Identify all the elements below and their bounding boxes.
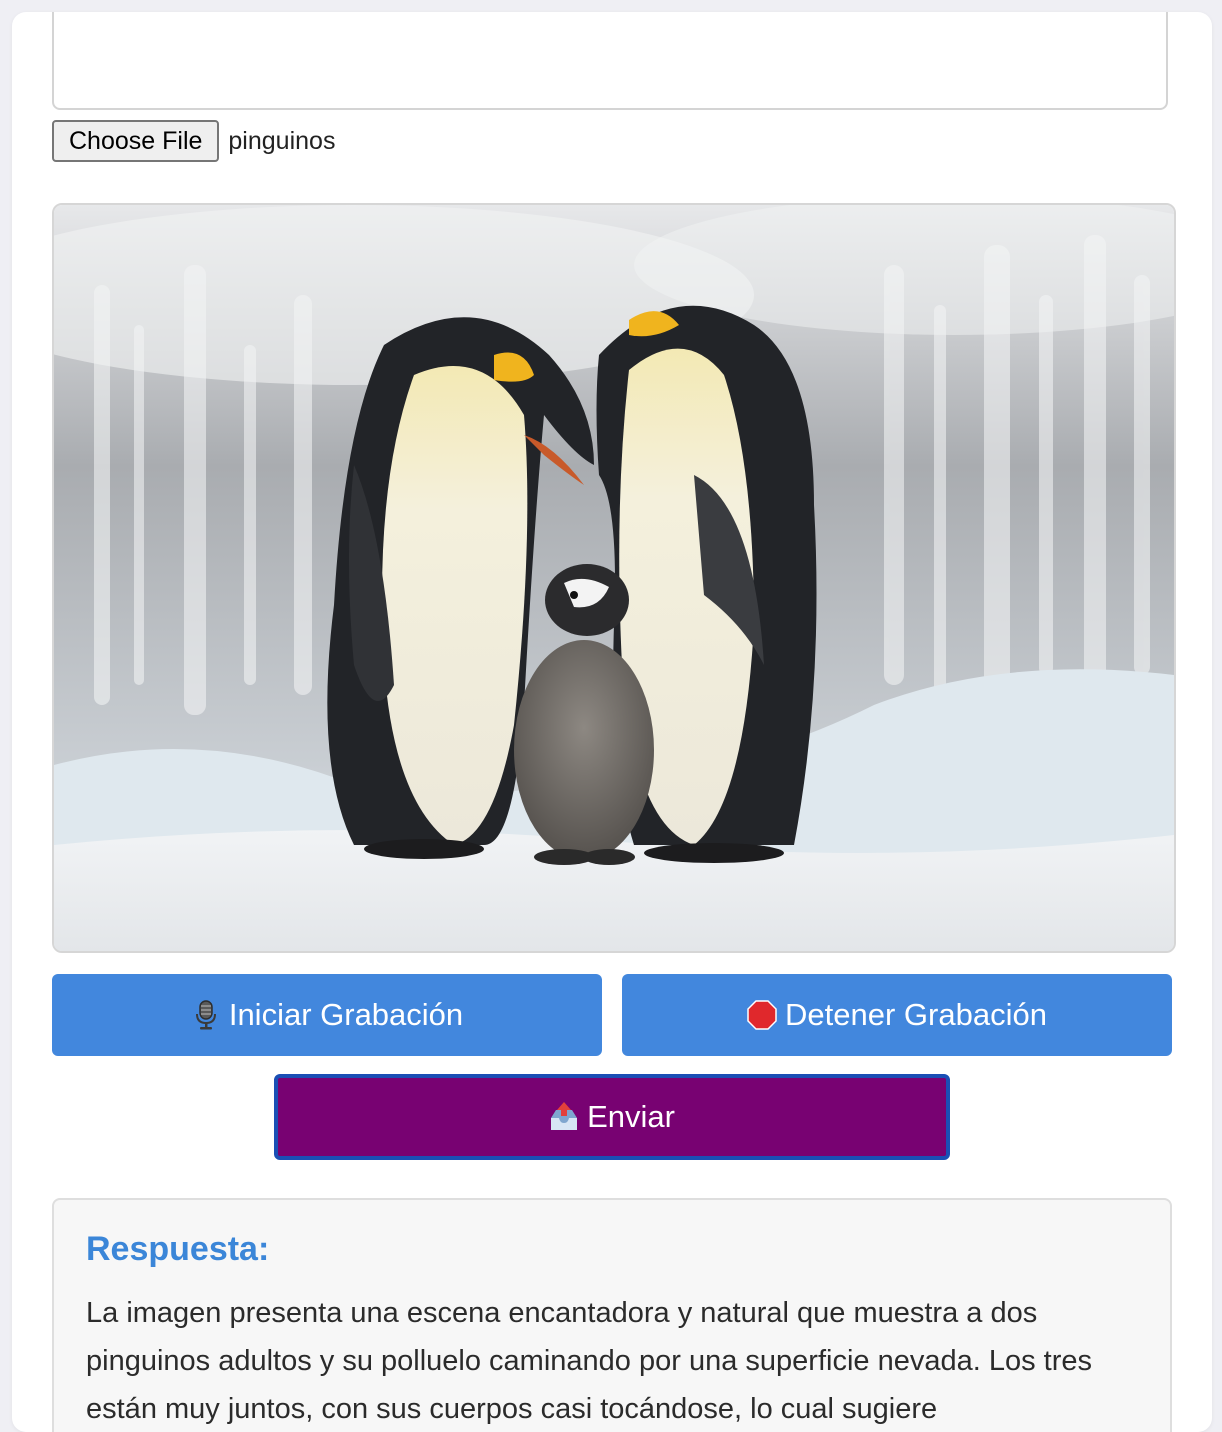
send-label: Enviar — [587, 1099, 675, 1134]
main-card: Choose File pinguinos Iniciar Grabación … — [12, 12, 1212, 1432]
choose-file-button[interactable]: Choose File — [52, 120, 220, 162]
penguin-photo — [54, 205, 1174, 951]
response-text: La imagen presenta una escena encantador… — [86, 1297, 1092, 1425]
file-input[interactable]: Choose File pinguinos — [52, 120, 335, 162]
microphone-icon — [191, 1000, 221, 1030]
outbox-tray-icon — [549, 1102, 579, 1132]
stop-recording-label: Detener Grabación — [785, 997, 1047, 1032]
start-recording-label: Iniciar Grabación — [228, 997, 464, 1032]
prompt-textarea[interactable] — [52, 12, 1168, 110]
send-button[interactable]: Enviar — [274, 1074, 950, 1160]
image-preview — [52, 203, 1176, 953]
response-panel: Respuesta: La imagen presenta una escena… — [52, 1198, 1172, 1432]
response-title: Respuesta: — [86, 1230, 270, 1268]
stop-sign-icon — [747, 1000, 777, 1030]
stop-recording-button[interactable]: Detener Grabación — [622, 974, 1172, 1056]
start-recording-button[interactable]: Iniciar Grabación — [52, 974, 602, 1056]
selected-file-name: pinguinos — [228, 126, 336, 155]
